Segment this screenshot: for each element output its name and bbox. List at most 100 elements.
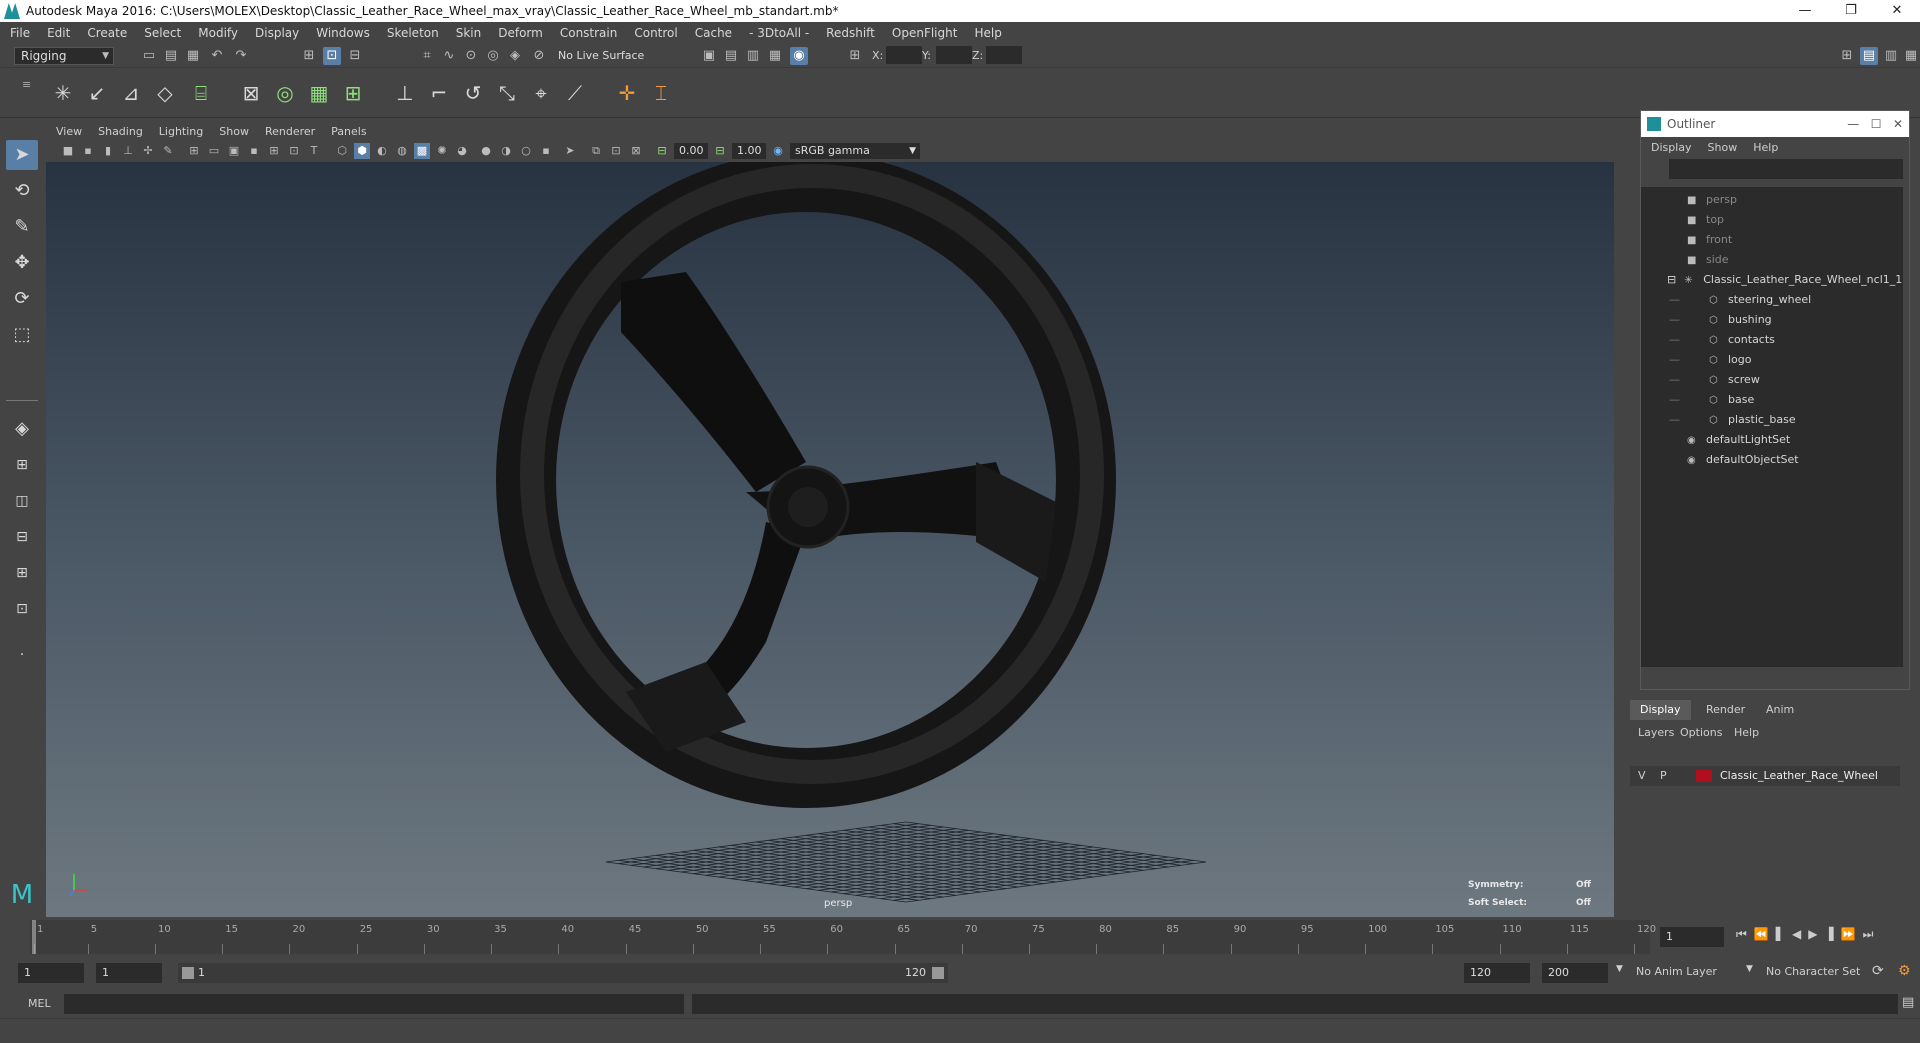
pole-vector-icon[interactable]: ⟋	[560, 78, 590, 108]
grid-toggle-icon[interactable]: ⊞	[186, 143, 202, 159]
menu-help[interactable]: Help	[974, 26, 1001, 40]
layer-menu-help[interactable]: Help	[1734, 726, 1759, 739]
menu-edit[interactable]: Edit	[47, 26, 70, 40]
set-driven-key-icon[interactable]: ⌶	[646, 78, 676, 108]
camera-attributes-icon[interactable]: ✢	[140, 143, 156, 159]
textured-icon[interactable]: ◍	[394, 143, 410, 159]
menu-3dtoall[interactable]: - 3DtoAll -	[749, 26, 809, 40]
auto-key-icon[interactable]: ⟳	[1872, 963, 1884, 979]
outliner-search-input[interactable]	[1669, 159, 1903, 179]
current-time-indicator[interactable]	[32, 920, 36, 954]
time-slider-bar[interactable]: 1 5 10 15 20 25 30 35 40 45 50 55 60 65 70 75 80 85 90 95 10…	[30, 920, 1656, 954]
scene-canvas[interactable]	[46, 162, 1614, 917]
snap-curve-icon[interactable]: ∿	[440, 47, 458, 65]
ssao-icon[interactable]: ⊠	[628, 143, 644, 159]
menu-deform[interactable]: Deform	[498, 26, 543, 40]
image-plane-icon[interactable]: ⊥	[120, 143, 136, 159]
snap-point-icon[interactable]: ⊙	[462, 47, 480, 65]
chevron-down-icon[interactable]: ▼	[1746, 964, 1753, 974]
y-field[interactable]	[936, 46, 972, 64]
collapse-icon[interactable]: ⊟	[1667, 273, 1676, 286]
anim-prefs-icon[interactable]: ⚙	[1898, 963, 1911, 979]
outliner-item[interactable]: ■ side	[1687, 251, 1729, 269]
current-frame-field[interactable]: 1	[1660, 927, 1724, 947]
isolate-select-icon[interactable]: ●	[478, 143, 494, 159]
z-field[interactable]	[986, 46, 1022, 64]
minimize-button[interactable]: —	[1782, 0, 1828, 22]
render-settings-icon[interactable]: ▦	[766, 47, 784, 65]
script-editor-icon[interactable]: ▤	[1902, 995, 1914, 1010]
menu-cache[interactable]: Cache	[695, 26, 732, 40]
hypershade-icon[interactable]: ◉	[790, 47, 808, 65]
layer-playback-toggle[interactable]: P	[1660, 766, 1667, 786]
outliner-menu-display[interactable]: Display	[1651, 141, 1692, 154]
steering-wheel-model[interactable]	[496, 162, 1116, 808]
select-component-icon[interactable]: ⊟	[346, 47, 364, 65]
orient-joint-icon[interactable]: ⌸	[186, 78, 216, 108]
snap-surface-icon[interactable]: ◈	[506, 47, 524, 65]
xray-joints-icon[interactable]: ◑	[498, 143, 514, 159]
snap-grid-icon[interactable]: ⌗	[418, 47, 436, 65]
joint-tool-icon[interactable]: ✳	[48, 78, 78, 108]
persp-outliner-layout-icon[interactable]: ◫	[6, 486, 38, 516]
range-end-handle[interactable]	[932, 967, 944, 979]
menu-skin[interactable]: Skin	[456, 26, 482, 40]
field-chart-icon[interactable]: ⊞	[266, 143, 282, 159]
outliner-item[interactable]: — ⬡ plastic_base	[1669, 411, 1796, 429]
outliner-item[interactable]: ■ persp	[1687, 191, 1737, 209]
close-button[interactable]: ✕	[1874, 0, 1920, 22]
motion-blur-icon[interactable]: ▪	[538, 143, 554, 159]
character-set-dropdown[interactable]: No Character Set	[1766, 965, 1860, 978]
panel-menu-view[interactable]: View	[56, 125, 82, 138]
ambient-occlusion-icon[interactable]: ◕	[454, 143, 470, 159]
film-gate-icon[interactable]: ▭	[206, 143, 222, 159]
tab-anim[interactable]: Anim	[1756, 700, 1804, 720]
layer-row[interactable]: V P Classic_Leather_Race_Wheel	[1630, 766, 1900, 786]
render-view-icon[interactable]: ▤	[722, 47, 740, 65]
anim-layer-dropdown[interactable]: No Anim Layer	[1636, 965, 1717, 978]
color-management-icon[interactable]: ◉	[770, 143, 786, 159]
ipr-render-icon[interactable]: ▥	[744, 47, 762, 65]
panel-menu-lighting[interactable]: Lighting	[159, 125, 203, 138]
menu-control[interactable]: Control	[634, 26, 677, 40]
playback-end-field[interactable]: 120	[1464, 963, 1530, 983]
undo-icon[interactable]: ↶	[208, 47, 226, 65]
colorspace-dropdown[interactable]: sRGB gamma ▼	[790, 143, 920, 159]
command-language-label[interactable]: MEL	[28, 997, 51, 1010]
layout-options-icon[interactable]: ·	[6, 640, 38, 670]
move-tool-icon[interactable]: ✥	[6, 248, 38, 278]
attribute-editor-toggle-icon[interactable]: ▤	[1860, 47, 1878, 65]
tab-display[interactable]: Display	[1630, 700, 1691, 720]
outliner-item[interactable]: — ⬡ contacts	[1669, 331, 1775, 349]
mirror-joint-icon[interactable]: ◇	[150, 78, 180, 108]
outliner-item[interactable]: ◉ defaultLightSet	[1687, 431, 1790, 449]
paint-select-icon[interactable]: ✎	[6, 212, 38, 242]
outliner-item[interactable]: — ⬡ logo	[1669, 351, 1752, 369]
end-frame-field[interactable]: 200	[1542, 963, 1608, 983]
safe-title-icon[interactable]: T	[306, 143, 322, 159]
redo-icon[interactable]: ↷	[232, 47, 250, 65]
hypershade-layout-icon[interactable]: ⊡	[6, 594, 38, 624]
menu-skeleton[interactable]: Skeleton	[387, 26, 439, 40]
panel-menu-show[interactable]: Show	[219, 125, 249, 138]
range-slider-bar[interactable]: 1 120	[178, 963, 948, 983]
layer-menu-layers[interactable]: Layers	[1638, 726, 1674, 739]
modeling-toolkit-icon[interactable]: ⊞	[1838, 47, 1856, 65]
chevron-down-icon[interactable]: ▼	[1616, 964, 1623, 974]
tool-settings-icon[interactable]: ▥	[1882, 47, 1900, 65]
ik-handle-icon[interactable]: ↙	[82, 78, 112, 108]
menu-select[interactable]: Select	[144, 26, 181, 40]
layer-visibility-toggle[interactable]: V	[1638, 766, 1646, 786]
shadows-icon[interactable]: ✺	[434, 143, 450, 159]
menu-create[interactable]: Create	[87, 26, 127, 40]
outliner-menu-show[interactable]: Show	[1708, 141, 1738, 154]
lasso-tool-icon[interactable]: ⟲	[6, 176, 38, 206]
menu-constrain[interactable]: Constrain	[560, 26, 618, 40]
gate-mask-icon[interactable]: ▪	[246, 143, 262, 159]
select-object-icon[interactable]: ⊡	[323, 47, 341, 65]
outliner-item[interactable]: ⊟ ✳ Classic_Leather_Race_Wheel_ncl1_1	[1667, 271, 1902, 289]
time-slider[interactable]: 1 5 10 15 20 25 30 35 40 45 50 55 60 65 70 75 80 85 90 95 10…	[0, 920, 1920, 954]
default-lighting-icon[interactable]: ◐	[374, 143, 390, 159]
scale-tool-icon[interactable]: ⬚	[6, 320, 38, 350]
aim-constraint-icon[interactable]: ⌖	[526, 78, 556, 108]
